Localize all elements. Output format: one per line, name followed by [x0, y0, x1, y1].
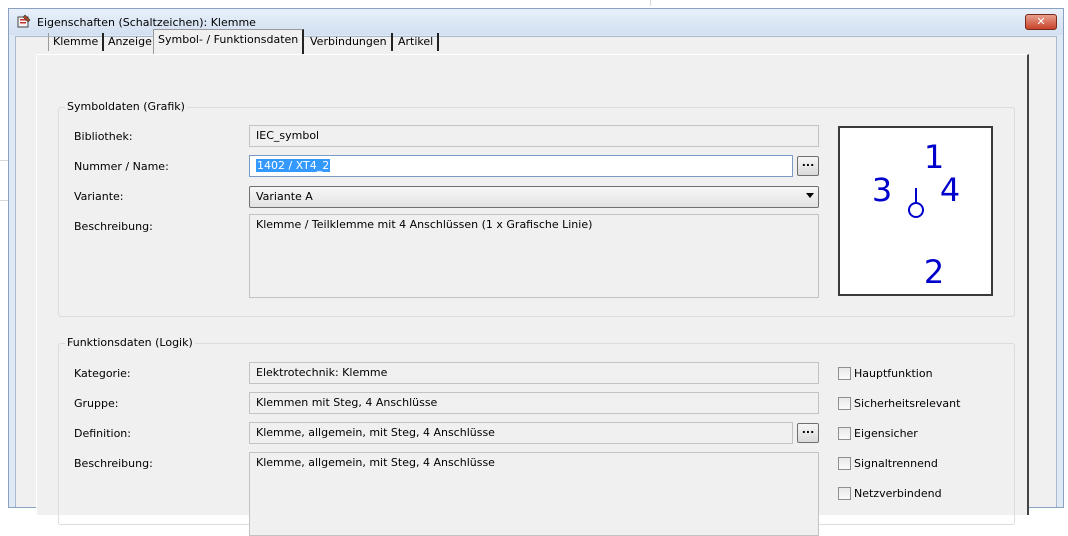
tab-klemme[interactable]: Klemme — [48, 33, 105, 51]
symbol-number-4: 4 — [940, 171, 960, 209]
funktion-beschreibung-label: Beschreibung: — [74, 457, 153, 470]
hauptfunktion-label[interactable]: Hauptfunktion — [854, 367, 933, 380]
window-title: Eigenschaften (Schaltzeichen): Klemme — [37, 16, 256, 29]
nummer-name-label: Nummer / Name: — [74, 160, 169, 173]
sicherheitsrelevant-label[interactable]: Sicherheitsrelevant — [854, 397, 960, 410]
browse-symbol-button[interactable]: ... — [797, 156, 819, 176]
chevron-down-icon — [806, 193, 814, 198]
symbol-preview: 1 3 4 2 — [838, 126, 993, 296]
symbol-number-2: 2 — [924, 253, 944, 291]
selected-text: 1402 / XT4_2 — [256, 159, 331, 172]
tab-anzeige[interactable]: Anzeige — [104, 33, 158, 51]
variante-label: Variante: — [74, 190, 124, 203]
netzverbindend-label[interactable]: Netzverbindend — [854, 487, 942, 500]
definition-label: Definition: — [74, 427, 131, 440]
bibliothek-field: IEC_symbol — [249, 125, 819, 147]
netzverbindend-checkbox[interactable] — [838, 487, 851, 500]
variante-value: Variante A — [256, 190, 313, 203]
gruppe-field: Klemmen mit Steg, 4 Anschlüsse — [249, 392, 819, 414]
background-line — [650, 0, 651, 6]
kategorie-field: Elektrotechnik: Klemme — [249, 362, 819, 384]
eigensicher-label[interactable]: Eigensicher — [854, 427, 918, 440]
background-line — [0, 200, 8, 201]
signaltrennend-checkbox[interactable] — [838, 457, 851, 470]
symbol-number-3: 3 — [872, 171, 892, 209]
sicherheitsrelevant-checkbox[interactable] — [838, 397, 851, 410]
close-button[interactable]: ✕ — [1025, 14, 1057, 30]
background-line — [0, 160, 8, 161]
symbol-beschreibung-field: Klemme / Teilklemme mit 4 Anschlüssen (1… — [249, 214, 819, 298]
tab-verbindungen[interactable]: Verbindungen — [306, 33, 393, 51]
properties-icon — [17, 14, 31, 28]
signaltrennend-label[interactable]: Signaltrennend — [854, 457, 938, 470]
nummer-name-input[interactable]: 1402 / XT4_2 — [249, 155, 793, 177]
symbol-beschreibung-label: Beschreibung: — [74, 220, 153, 233]
browse-definition-button[interactable]: ... — [797, 423, 819, 443]
eigensicher-checkbox[interactable] — [838, 427, 851, 440]
funktion-beschreibung-field: Klemme, allgemein, mit Steg, 4 Anschlüss… — [249, 452, 819, 536]
definition-field: Klemme, allgemein, mit Steg, 4 Anschlüss… — [249, 422, 793, 444]
variante-select[interactable]: Variante A — [249, 186, 819, 208]
gruppe-label: Gruppe: — [74, 397, 119, 410]
tab-artikel[interactable]: Artikel — [394, 33, 440, 51]
terminal-symbol-graphic: 1 3 4 2 — [872, 138, 960, 291]
group-title: Symboldaten (Grafik) — [65, 100, 187, 113]
terminal-circle — [908, 202, 924, 218]
kategorie-label: Kategorie: — [74, 367, 131, 380]
bibliothek-label: Bibliothek: — [74, 130, 133, 143]
hauptfunktion-checkbox[interactable] — [838, 367, 851, 380]
group-title: Funktionsdaten (Logik) — [65, 336, 195, 349]
tab-symbol-funktionsdaten[interactable]: Symbol- / Funktionsdaten — [153, 29, 305, 54]
